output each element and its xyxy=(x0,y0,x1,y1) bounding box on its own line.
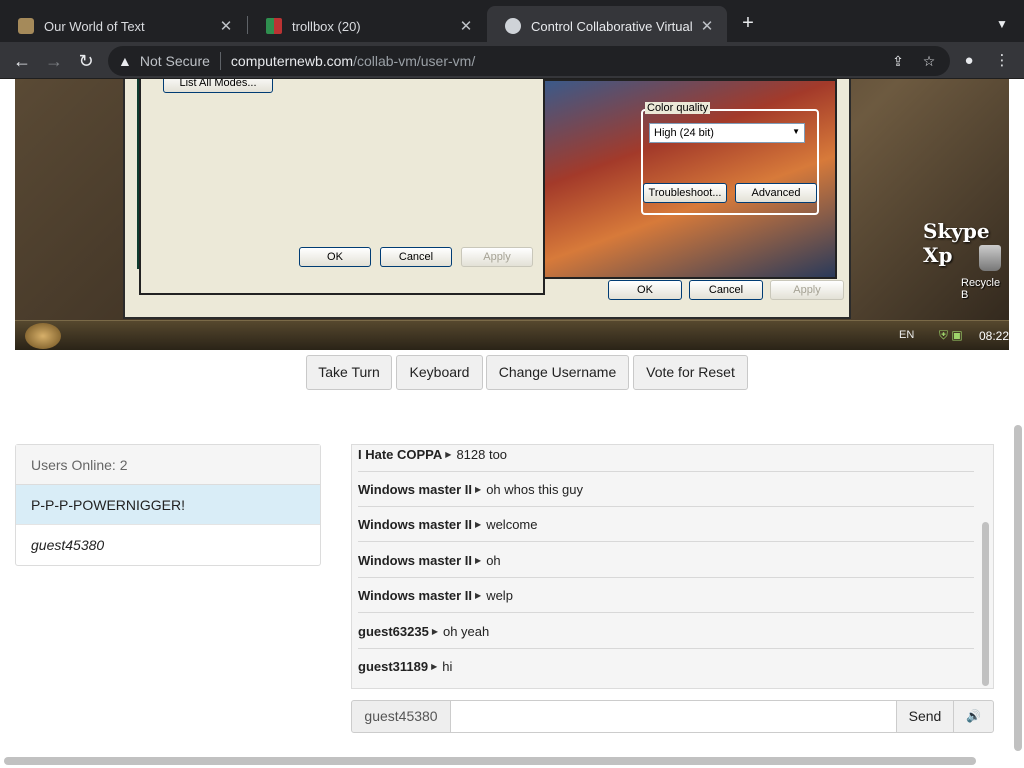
tab-search-chevron-icon[interactable]: ▼ xyxy=(992,14,1012,34)
take-turn-button[interactable]: Take Turn xyxy=(306,355,392,390)
color-quality-label: Color quality xyxy=(645,102,711,114)
tab-trollbox[interactable]: trollbox (20) ✕ xyxy=(248,6,486,46)
change-username-button[interactable]: Change Username xyxy=(486,355,629,390)
keyboard-button[interactable]: Keyboard xyxy=(396,355,483,390)
recycle-bin-label: Recycle B xyxy=(961,277,1001,301)
tab-strip: Our World of Text ✕ trollbox (20) ✕ Cont… xyxy=(0,0,1024,46)
send-button[interactable]: Send xyxy=(896,700,954,733)
speaker-icon: 🔊 xyxy=(966,709,981,723)
chat-text: hi xyxy=(442,659,453,674)
chat-text: oh xyxy=(486,552,501,568)
tray-security-icon[interactable]: ⛨ ▣ xyxy=(939,328,963,343)
caret-right-icon: ▶ xyxy=(475,555,482,565)
color-quality-select[interactable]: High (24 bit) ▼ xyxy=(649,123,805,143)
chat-username: guest63235 xyxy=(358,623,429,639)
chat-message: Windows master II ▶ oh xyxy=(358,543,974,578)
profile-avatar-icon[interactable]: ● xyxy=(959,51,979,71)
close-tab-icon[interactable]: ✕ xyxy=(697,17,717,35)
vm-display[interactable]: Color quality High (24 bit) ▼ Troublesho… xyxy=(15,79,1009,350)
chat-username: Windows master II xyxy=(358,552,473,568)
list-all-modes-button[interactable]: List All Modes... xyxy=(163,79,273,93)
chat-scrollbar[interactable] xyxy=(982,522,989,686)
globe-favicon-icon xyxy=(18,18,34,34)
caret-right-icon: ▶ xyxy=(445,449,452,459)
url-host: computernewb.com xyxy=(230,53,354,69)
chat-text: welcome xyxy=(486,516,538,532)
chat-username: Windows master II xyxy=(358,516,473,532)
user-list-item[interactable]: guest45380 xyxy=(16,525,320,565)
dropdown-arrow-icon: ▼ xyxy=(792,127,800,136)
chat-text: oh whos this guy xyxy=(486,481,584,497)
chat-message: guest31189 ▶ hi xyxy=(358,649,974,684)
reload-icon[interactable]: ↻ xyxy=(73,48,99,74)
url-separator xyxy=(219,52,221,70)
chat-text: welp xyxy=(486,587,513,603)
close-tab-icon[interactable]: ✕ xyxy=(216,17,236,35)
sound-toggle-button[interactable]: 🔊 xyxy=(953,700,994,733)
chat-username: I Hate COPPA xyxy=(358,446,443,462)
user-list-item[interactable]: P-P-P-POWERNIGGER! xyxy=(16,485,320,525)
chat-message: I Hate COPPA ▶ 8128 too xyxy=(358,445,974,472)
language-indicator[interactable]: EN xyxy=(899,329,914,341)
share-icon[interactable]: ⇪ xyxy=(889,52,907,70)
page-horizontal-scrollbar[interactable] xyxy=(4,757,976,765)
caret-right-icon: ▶ xyxy=(475,590,482,600)
chat-username: Windows master II xyxy=(358,587,473,603)
display-ok-button[interactable]: OK xyxy=(608,280,682,300)
chat-message: Windows master II ▶ welcome xyxy=(358,507,974,542)
bookmark-star-icon[interactable]: ☆ xyxy=(920,52,938,70)
troubleshoot-button[interactable]: Troubleshoot... xyxy=(643,183,727,203)
display-apply-button[interactable]: Apply xyxy=(770,280,844,300)
chat-username-addon: guest45380 xyxy=(351,700,451,733)
address-bar[interactable]: ▲ Not Secure computernewb.com/collab-vm/… xyxy=(108,46,950,76)
modes-list-area xyxy=(147,79,535,239)
forward-arrow-icon[interactable]: → xyxy=(41,48,67,74)
recycle-bin-icon[interactable] xyxy=(979,245,1001,271)
caret-right-icon: ▶ xyxy=(475,484,482,494)
start-button-icon[interactable] xyxy=(25,323,61,349)
chat-log[interactable]: I Hate COPPA ▶ 8128 too Windows master II ▶… xyxy=(351,444,994,689)
collabvm-favicon-icon xyxy=(505,18,521,34)
monitor-properties-dialog: List All Modes... OK Cancel Apply xyxy=(139,79,545,295)
dialog-apply-button[interactable]: Apply xyxy=(461,247,533,267)
caret-right-icon: ▶ xyxy=(475,519,482,529)
chat-input[interactable] xyxy=(450,700,897,733)
vote-reset-button[interactable]: Vote for Reset xyxy=(633,355,748,390)
back-arrow-icon[interactable]: ← xyxy=(9,48,35,74)
chat-text: 8128 too xyxy=(456,446,508,462)
advanced-button[interactable]: Advanced xyxy=(735,183,817,203)
new-tab-button[interactable]: + xyxy=(737,12,759,34)
vm-taskbar: EN ⛨ ▣ 08:22 xyxy=(15,320,1009,350)
chat-username: Windows master II xyxy=(358,481,473,497)
chat-text: oh yeah xyxy=(442,623,490,639)
tab-collab-vm[interactable]: Control Collaborative Virtual M ✕ xyxy=(487,6,727,46)
page-vertical-scrollbar[interactable] xyxy=(1014,425,1022,751)
close-tab-icon[interactable]: ✕ xyxy=(456,17,476,35)
caret-right-icon: ▶ xyxy=(431,626,438,636)
users-online-header: Users Online: 2 xyxy=(16,445,320,485)
users-online-panel: Users Online: 2 P-P-P-POWERNIGGER! guest… xyxy=(15,444,321,566)
dialog-cancel-button[interactable]: Cancel xyxy=(380,247,452,267)
url-path: /collab-vm/user-vm/ xyxy=(353,53,476,69)
chat-username: guest31189 xyxy=(358,659,429,674)
chat-message: guest63235 ▶ oh yeah xyxy=(358,614,974,649)
trollbox-favicon-icon xyxy=(266,18,282,34)
caret-right-icon: ▶ xyxy=(431,662,438,671)
chat-message: Windows master II ▶ oh whos this guy xyxy=(358,472,974,507)
dialog-ok-button[interactable]: OK xyxy=(299,247,371,267)
chat-message: Windows master II ▶ welp xyxy=(358,578,974,613)
display-cancel-button[interactable]: Cancel xyxy=(689,280,763,300)
browser-menu-icon[interactable]: ⋮ xyxy=(992,51,1012,71)
taskbar-clock: 08:22 xyxy=(979,329,1009,343)
warning-triangle-icon: ▲ xyxy=(118,53,132,69)
not-secure-label[interactable]: Not Secure xyxy=(140,53,210,69)
browser-toolbar: ← → ↻ ▲ Not Secure computernewb.com/coll… xyxy=(0,42,1024,79)
tab-our-world-of-text[interactable]: Our World of Text ✕ xyxy=(0,6,246,46)
